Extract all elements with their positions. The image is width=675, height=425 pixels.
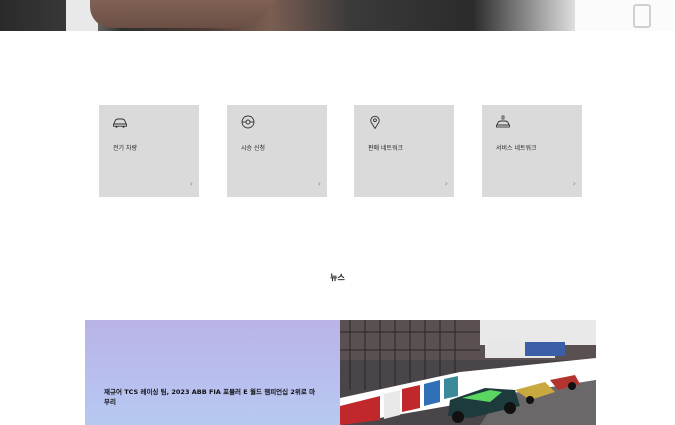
hero-hand: [90, 0, 280, 28]
service-car-icon: [496, 115, 510, 128]
steering-wheel-icon: [241, 115, 255, 129]
chevron-right-icon: ›: [189, 179, 193, 188]
quick-links: 전기 차량 › 시승 신청 › 판매 네트워크 › 서비스 네트워크 ›: [99, 105, 582, 197]
car-icon: [113, 118, 127, 128]
chevron-right-icon: ›: [572, 179, 576, 188]
quick-link-sales-network[interactable]: 판매 네트워크 ›: [354, 105, 454, 197]
quick-link-label: 서비스 네트워크: [496, 145, 537, 152]
quick-link-label: 전기 차량: [113, 145, 137, 152]
formula-e-race-photo: [340, 320, 596, 425]
news-headline[interactable]: 재규어 TCS 레이싱 팀, 2023 ABB FIA 포뮬러 E 월드 챔피언…: [104, 387, 319, 407]
news-card-text-panel: 재규어 TCS 레이싱 팀, 2023 ABB FIA 포뮬러 E 월드 챔피언…: [85, 320, 340, 425]
news-section-title: 뉴스: [330, 273, 345, 282]
hero-image: [0, 0, 675, 31]
quick-link-label: 판매 네트워크: [368, 145, 404, 152]
hero-car-door: [575, 0, 675, 31]
location-pin-icon: [370, 115, 380, 129]
quick-link-test-drive[interactable]: 시승 신청 ›: [227, 105, 327, 197]
chevron-right-icon: ›: [444, 179, 448, 188]
news-card[interactable]: 재규어 TCS 레이싱 팀, 2023 ABB FIA 포뮬러 E 월드 챔피언…: [85, 320, 596, 425]
chevron-right-icon: ›: [317, 179, 321, 188]
quick-link-service-network[interactable]: 서비스 네트워크 ›: [482, 105, 582, 197]
quick-link-label: 시승 신청: [241, 145, 265, 152]
quick-link-electric-vehicles[interactable]: 전기 차량 ›: [99, 105, 199, 197]
